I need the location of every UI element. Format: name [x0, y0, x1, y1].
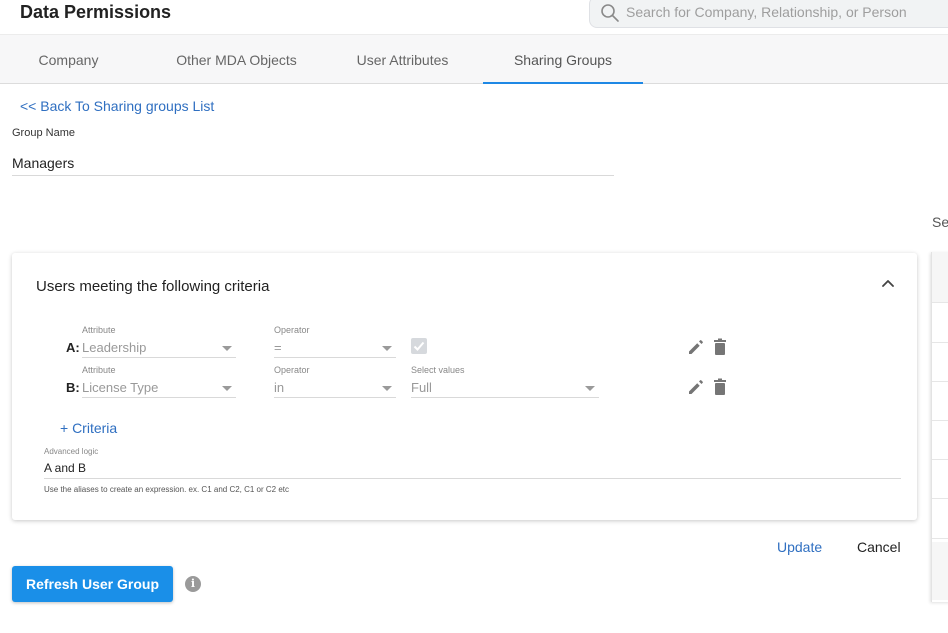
chevron-up-icon[interactable]	[880, 275, 896, 291]
attribute-select-value: Leadership	[82, 340, 147, 355]
tab-bar: Company Other MDA Objects User Attribute…	[0, 34, 948, 84]
operator-label: Operator	[274, 325, 310, 335]
side-panel-divider	[932, 420, 948, 421]
operator-select[interactable]: =	[274, 338, 396, 358]
side-panel-divider	[932, 381, 948, 382]
side-panel-heading: Se	[932, 214, 948, 230]
pencil-icon[interactable]	[686, 337, 706, 357]
tab-other-mda-objects[interactable]: Other MDA Objects	[137, 35, 336, 84]
values-select[interactable]: Full	[411, 378, 599, 398]
side-panel	[931, 252, 948, 602]
attribute-label: Attribute	[82, 365, 116, 375]
side-panel-divider	[932, 459, 948, 460]
attribute-select[interactable]: Leadership	[82, 338, 236, 358]
add-criteria-button[interactable]: + Criteria	[60, 420, 117, 436]
trash-icon[interactable]	[710, 377, 730, 397]
advanced-logic-underline	[44, 478, 901, 479]
attribute-select[interactable]: License Type	[82, 378, 236, 398]
caret-down-icon	[382, 386, 392, 391]
update-button[interactable]: Update	[777, 539, 822, 555]
refresh-user-group-button[interactable]: Refresh User Group	[12, 566, 173, 602]
advanced-logic-field[interactable]: A and B	[44, 461, 86, 475]
caret-down-icon	[222, 386, 232, 391]
pencil-icon[interactable]	[686, 377, 706, 397]
side-panel-divider	[932, 302, 948, 303]
attribute-select-value: License Type	[82, 380, 159, 395]
group-name-field[interactable]: Managers	[12, 155, 74, 171]
operator-label: Operator	[274, 365, 310, 375]
side-panel-divider	[932, 342, 948, 343]
operator-select-value: =	[274, 340, 282, 355]
search-icon	[601, 4, 619, 22]
cancel-button[interactable]: Cancel	[857, 539, 901, 555]
select-values-label: Select values	[411, 365, 465, 375]
checkmark-icon	[413, 341, 425, 351]
criteria-card: Users meeting the following criteria Att…	[12, 253, 917, 520]
search-box[interactable]	[589, 0, 948, 28]
operator-select[interactable]: in	[274, 378, 396, 398]
tab-sharing-groups[interactable]: Sharing Groups	[483, 35, 643, 84]
advanced-logic-label: Advanced logic	[44, 447, 99, 456]
criteria-card-title: Users meeting the following criteria	[36, 278, 270, 295]
side-panel-divider	[932, 538, 948, 539]
search-input[interactable]	[626, 4, 946, 20]
group-name-label: Group Name	[12, 127, 75, 139]
operator-select-value: in	[274, 380, 285, 395]
criteria-alias: A:	[66, 340, 80, 355]
back-to-sharing-groups-link[interactable]: << Back To Sharing groups List	[20, 98, 214, 114]
criteria-alias: B:	[66, 380, 80, 395]
info-icon[interactable]: i	[185, 576, 201, 592]
value-checkbox[interactable]	[411, 338, 427, 354]
page-title: Data Permissions	[20, 2, 172, 22]
side-panel-footer	[932, 542, 948, 600]
side-panel-divider	[932, 498, 948, 499]
values-select-value: Full	[411, 380, 432, 395]
tab-company[interactable]: Company	[0, 35, 137, 84]
advanced-logic-hint: Use the aliases to create an expression.…	[44, 485, 290, 494]
attribute-label: Attribute	[82, 325, 116, 335]
tab-user-attributes[interactable]: User Attributes	[336, 35, 469, 84]
caret-down-icon	[222, 346, 232, 351]
group-name-underline	[12, 175, 614, 176]
side-panel-header	[932, 252, 948, 302]
caret-down-icon	[382, 346, 392, 351]
top-bar: Data Permissions	[0, 0, 948, 34]
caret-down-icon	[585, 386, 595, 391]
trash-icon[interactable]	[710, 337, 730, 357]
